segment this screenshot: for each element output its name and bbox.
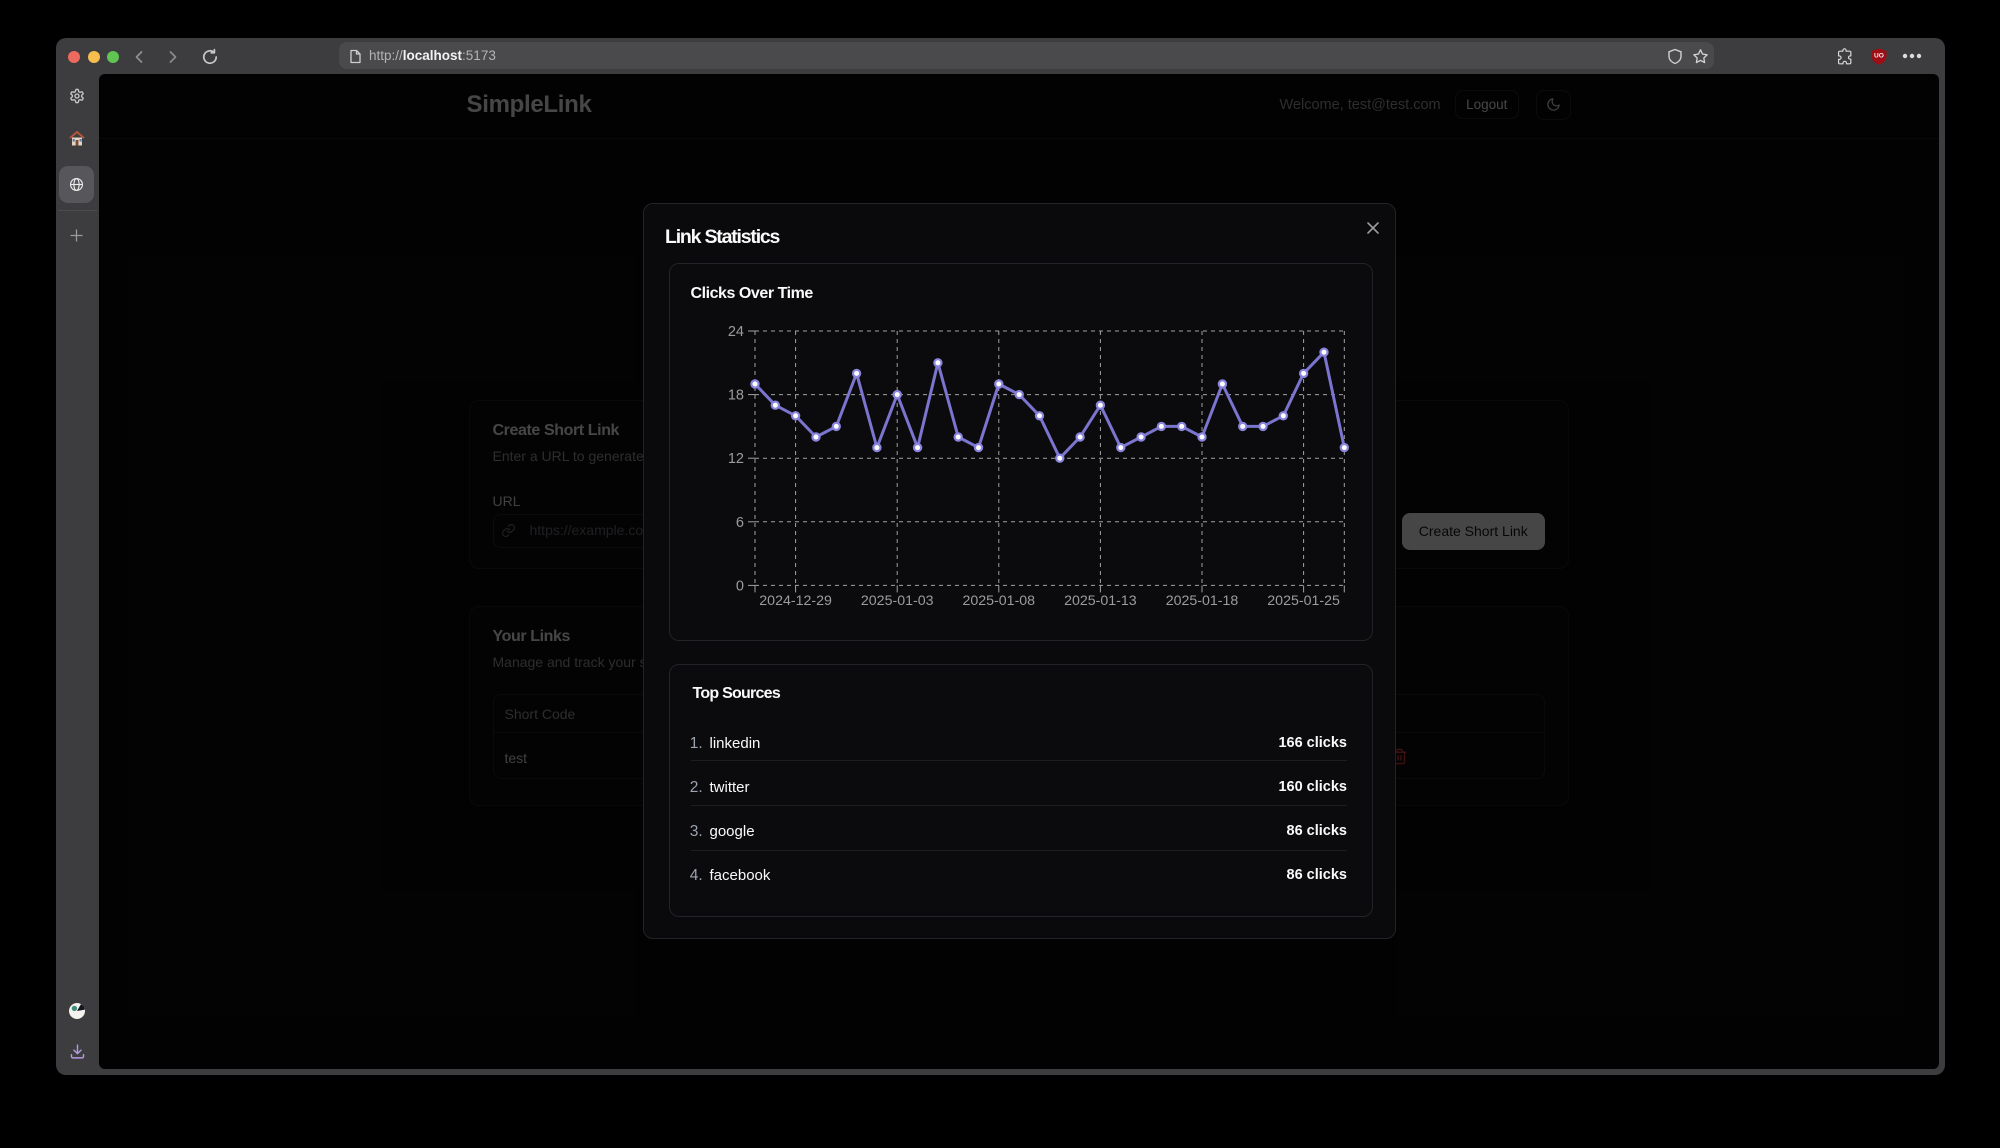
svg-text:6: 6 — [736, 515, 744, 531]
svg-text:12: 12 — [728, 451, 744, 467]
svg-text:2025-01-18: 2025-01-18 — [1166, 593, 1239, 609]
svg-text:24: 24 — [728, 324, 744, 340]
svg-text:2025-01-13: 2025-01-13 — [1064, 593, 1137, 609]
svg-text:18: 18 — [728, 388, 744, 404]
svg-text:0: 0 — [736, 578, 744, 594]
svg-text:2024-12-29: 2024-12-29 — [759, 593, 832, 609]
svg-text:2025-01-08: 2025-01-08 — [963, 593, 1036, 609]
svg-text:UO: UO — [1874, 53, 1884, 60]
svg-text:2025-01-25: 2025-01-25 — [1267, 593, 1340, 609]
svg-text:2025-01-03: 2025-01-03 — [861, 593, 934, 609]
